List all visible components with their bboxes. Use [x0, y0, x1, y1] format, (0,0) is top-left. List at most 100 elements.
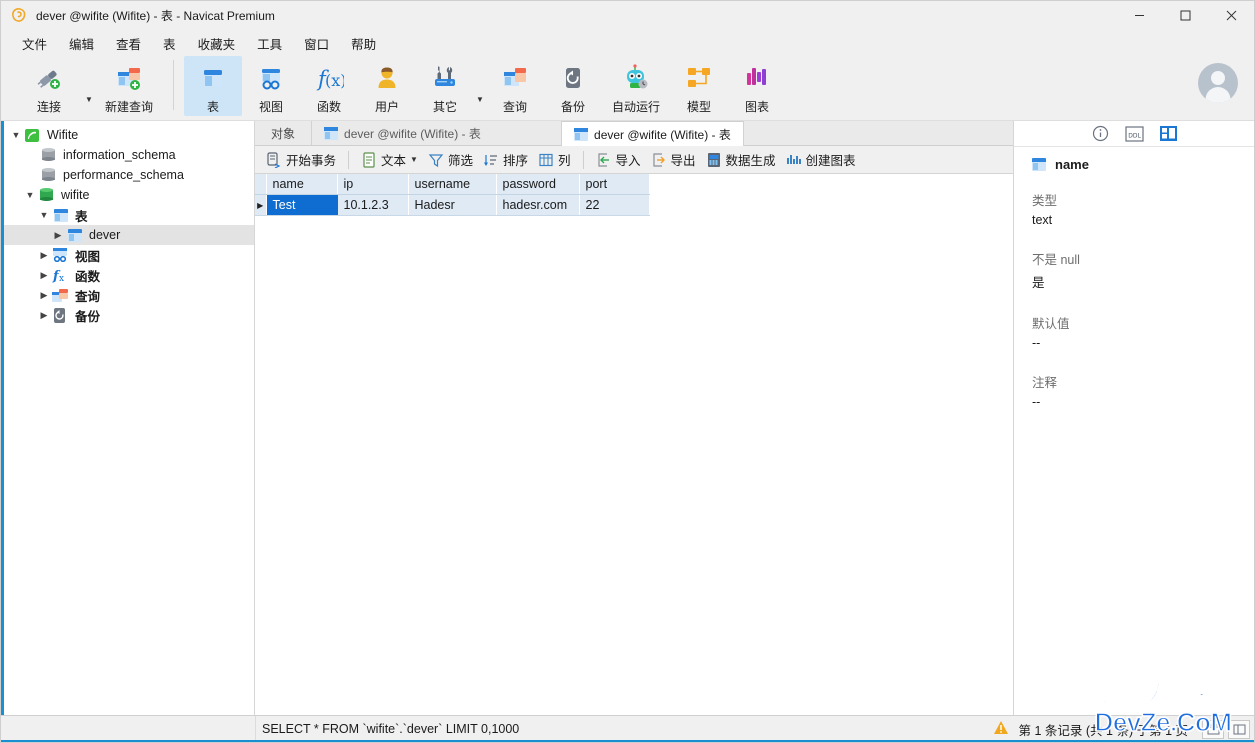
tree-node-dever-table[interactable]: ▶ dever	[4, 225, 254, 245]
toolbar-query[interactable]: 查询	[486, 56, 544, 116]
row-header-corner	[255, 174, 267, 195]
sort-button[interactable]: 排序	[478, 149, 533, 171]
column-header-ip[interactable]: ip	[337, 174, 409, 195]
tree-node-wifite-connection[interactable]: ▼ Wifite	[4, 125, 254, 145]
toolbar-model[interactable]: 模型	[670, 56, 728, 116]
warning-icon[interactable]	[993, 720, 1009, 738]
grid-header-row: name ip username password port	[255, 174, 650, 195]
begin-transaction-label: 开始事务	[286, 154, 337, 168]
close-button[interactable]	[1208, 1, 1254, 30]
chevron-down-icon[interactable]: ▼	[22, 187, 38, 203]
menu-file[interactable]: 文件	[11, 31, 58, 56]
tree-node-tables-folder[interactable]: ▼ 表	[4, 205, 254, 225]
info-tab[interactable]	[1089, 124, 1111, 143]
status-mode-button-1[interactable]	[1202, 719, 1224, 739]
column-header-username[interactable]: username	[408, 174, 497, 195]
table-row[interactable]: ▶ Test 10.1.2.3 Hadesr hadesr.com 22	[255, 194, 650, 216]
chevron-down-icon[interactable]: ▼	[410, 155, 418, 164]
toolbar-automation[interactable]: 自动运行	[602, 56, 670, 116]
field-details: name 类型 text 不是 null 是 默认值 -- 注释 --	[1014, 147, 1254, 431]
cell-username[interactable]: Hadesr	[408, 194, 497, 216]
toolbar-view[interactable]: 视图	[242, 56, 300, 116]
status-mode-button-2[interactable]	[1228, 719, 1250, 739]
tab-bar: 对象 dever @wifite (Wifite) - 表 dever @wif…	[255, 121, 1013, 146]
export-button[interactable]: 导出	[646, 149, 701, 171]
object-tree-sidebar[interactable]: ▼ Wifite information_schema performance_…	[4, 121, 255, 741]
begin-transaction-button[interactable]: 开始事务	[261, 149, 341, 171]
menu-table[interactable]: 表	[152, 31, 187, 56]
chevron-right-icon[interactable]: ▶	[36, 267, 52, 283]
tab-dever-table-active[interactable]: dever @wifite (Wifite) - 表	[562, 121, 744, 146]
menu-favorites[interactable]: 收藏夹	[187, 31, 247, 56]
toolbar-function[interactable]: f (x) 函数	[300, 56, 358, 116]
connection-chevron-down-icon[interactable]: ▼	[83, 95, 95, 104]
tree-label: 表	[75, 209, 88, 224]
column-header-password[interactable]: password	[496, 174, 580, 195]
toolbar-backup[interactable]: 备份	[544, 56, 602, 116]
text-button[interactable]: 文本 ▼	[356, 149, 423, 171]
tree-node-wifite-database[interactable]: ▼ wifite	[4, 185, 254, 205]
navicat-logo-icon	[9, 5, 29, 25]
other-chevron-down-icon[interactable]: ▼	[474, 95, 486, 104]
tree-label: performance_schema	[63, 168, 184, 182]
column-header-port[interactable]: port	[579, 174, 650, 195]
gridbar-divider	[348, 150, 350, 169]
tree-node-performance-schema[interactable]: performance_schema	[4, 165, 254, 185]
data-generation-button[interactable]: 数据生成	[701, 149, 781, 171]
maximize-button[interactable]	[1162, 1, 1208, 30]
sort-label: 排序	[502, 154, 528, 168]
menu-tools[interactable]: 工具	[246, 31, 293, 56]
backups-folder-icon	[52, 307, 69, 323]
columns-label: 列	[557, 154, 571, 168]
ddl-tab[interactable]: DDL	[1123, 124, 1145, 143]
chevron-right-icon[interactable]: ▶	[36, 287, 52, 303]
toolbar-new-query-label: 新建查询	[104, 100, 153, 114]
create-chart-button[interactable]: 创建图表	[781, 149, 861, 171]
toolbar-table[interactable]: 表	[184, 56, 242, 116]
menu-help[interactable]: 帮助	[340, 31, 387, 56]
chevron-down-icon[interactable]: ▼	[36, 207, 52, 223]
toolbar-backup-label: 备份	[560, 100, 585, 114]
toolbar-other[interactable]: 其它	[416, 56, 474, 116]
toolbar-connection[interactable]: 连接	[15, 56, 83, 116]
filter-button[interactable]: 筛选	[423, 149, 478, 171]
tree-node-queries-folder[interactable]: ▶ 查询	[4, 285, 254, 305]
import-button[interactable]: 导入	[591, 149, 646, 171]
tab-objects[interactable]: 对象	[255, 121, 313, 145]
title-bar: dever @wifite (Wifite) - 表 - Navicat Pre…	[1, 1, 1254, 30]
tab-dever-table-inactive[interactable]: dever @wifite (Wifite) - 表	[312, 121, 563, 145]
tree-node-views-folder[interactable]: ▶ 视图	[4, 245, 254, 265]
chevron-right-icon[interactable]: ▶	[36, 307, 52, 323]
toolbar-chart[interactable]: 图表	[728, 56, 786, 116]
chevron-right-icon[interactable]: ▶	[36, 247, 52, 263]
tab-objects-label: 对象	[271, 126, 296, 141]
menu-window[interactable]: 窗口	[293, 31, 340, 56]
sort-icon	[483, 152, 499, 168]
toolbar-view-label: 视图	[258, 100, 283, 114]
cell-port[interactable]: 22	[579, 194, 650, 216]
queries-folder-icon	[52, 288, 69, 303]
tree-label: information_schema	[63, 148, 176, 162]
menu-edit[interactable]: 编辑	[58, 31, 105, 56]
user-avatar[interactable]	[1198, 63, 1238, 103]
fields-tab[interactable]	[1157, 124, 1179, 143]
tree-node-functions-folder[interactable]: ▶ f x 函数	[4, 265, 254, 285]
toolbar-user[interactable]: 用户	[358, 56, 416, 116]
import-icon	[596, 152, 612, 168]
tree-node-information-schema[interactable]: information_schema	[4, 145, 254, 165]
gridbar-divider	[582, 150, 584, 169]
columns-button[interactable]: 列	[533, 149, 576, 171]
minimize-button[interactable]	[1116, 1, 1162, 30]
menu-view[interactable]: 查看	[105, 31, 152, 56]
svg-text:DDL: DDL	[1128, 132, 1141, 139]
data-grid[interactable]: name ip username password port ▶ Test 10…	[255, 174, 1013, 715]
chevron-right-icon[interactable]: ▶	[50, 227, 66, 243]
cell-ip[interactable]: 10.1.2.3	[337, 194, 409, 216]
cell-password[interactable]: hadesr.com	[496, 194, 580, 216]
column-header-name[interactable]: name	[266, 174, 338, 195]
toolbar-new-query[interactable]: 新建查询	[95, 56, 163, 116]
import-label: 导入	[615, 154, 641, 168]
tree-node-backups-folder[interactable]: ▶ 备份	[4, 305, 254, 325]
cell-name[interactable]: Test	[266, 194, 338, 216]
chevron-down-icon[interactable]: ▼	[8, 127, 24, 143]
